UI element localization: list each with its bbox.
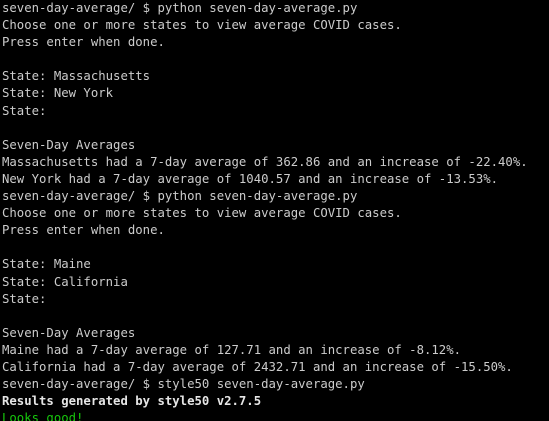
terminal-line: State: bbox=[2, 103, 47, 118]
terminal-line: Choose one or more states to view averag… bbox=[2, 206, 402, 221]
terminal-line: Choose one or more states to view averag… bbox=[2, 18, 402, 33]
terminal-line: State: bbox=[2, 291, 47, 306]
terminal-line: State: Massachusetts bbox=[2, 69, 151, 84]
terminal-line: State: Maine bbox=[2, 257, 91, 272]
terminal-line: State: California bbox=[2, 274, 128, 289]
terminal-line: Seven-Day Averages bbox=[2, 325, 136, 340]
terminal-line: Maine had a 7-day average of 127.71 and … bbox=[2, 342, 462, 357]
terminal-line-command: seven-day-average/ $ python seven-day-av… bbox=[2, 1, 358, 15]
terminal-line: Press enter when done. bbox=[2, 223, 165, 238]
terminal-line: State: New York bbox=[2, 86, 114, 101]
terminal-line-result-header: Results generated by style50 v2.7.5 bbox=[2, 394, 262, 409]
terminal-line: Press enter when done. bbox=[2, 35, 165, 50]
terminal-line: California had a 7-day average of 2432.7… bbox=[2, 359, 513, 374]
terminal-line: Massachusetts had a 7-day average of 362… bbox=[2, 154, 528, 169]
terminal-output[interactable]: seven-day-average/ $ python seven-day-av… bbox=[0, 0, 549, 421]
terminal-line: New York had a 7-day average of 1040.57 … bbox=[2, 171, 499, 186]
terminal-line-success: Looks good! bbox=[2, 411, 84, 421]
terminal-line: Seven-Day Averages bbox=[2, 137, 136, 152]
terminal-line-command: seven-day-average/ $ python seven-day-av… bbox=[2, 189, 358, 204]
terminal-line-command: seven-day-average/ $ style50 seven-day-a… bbox=[2, 377, 365, 392]
